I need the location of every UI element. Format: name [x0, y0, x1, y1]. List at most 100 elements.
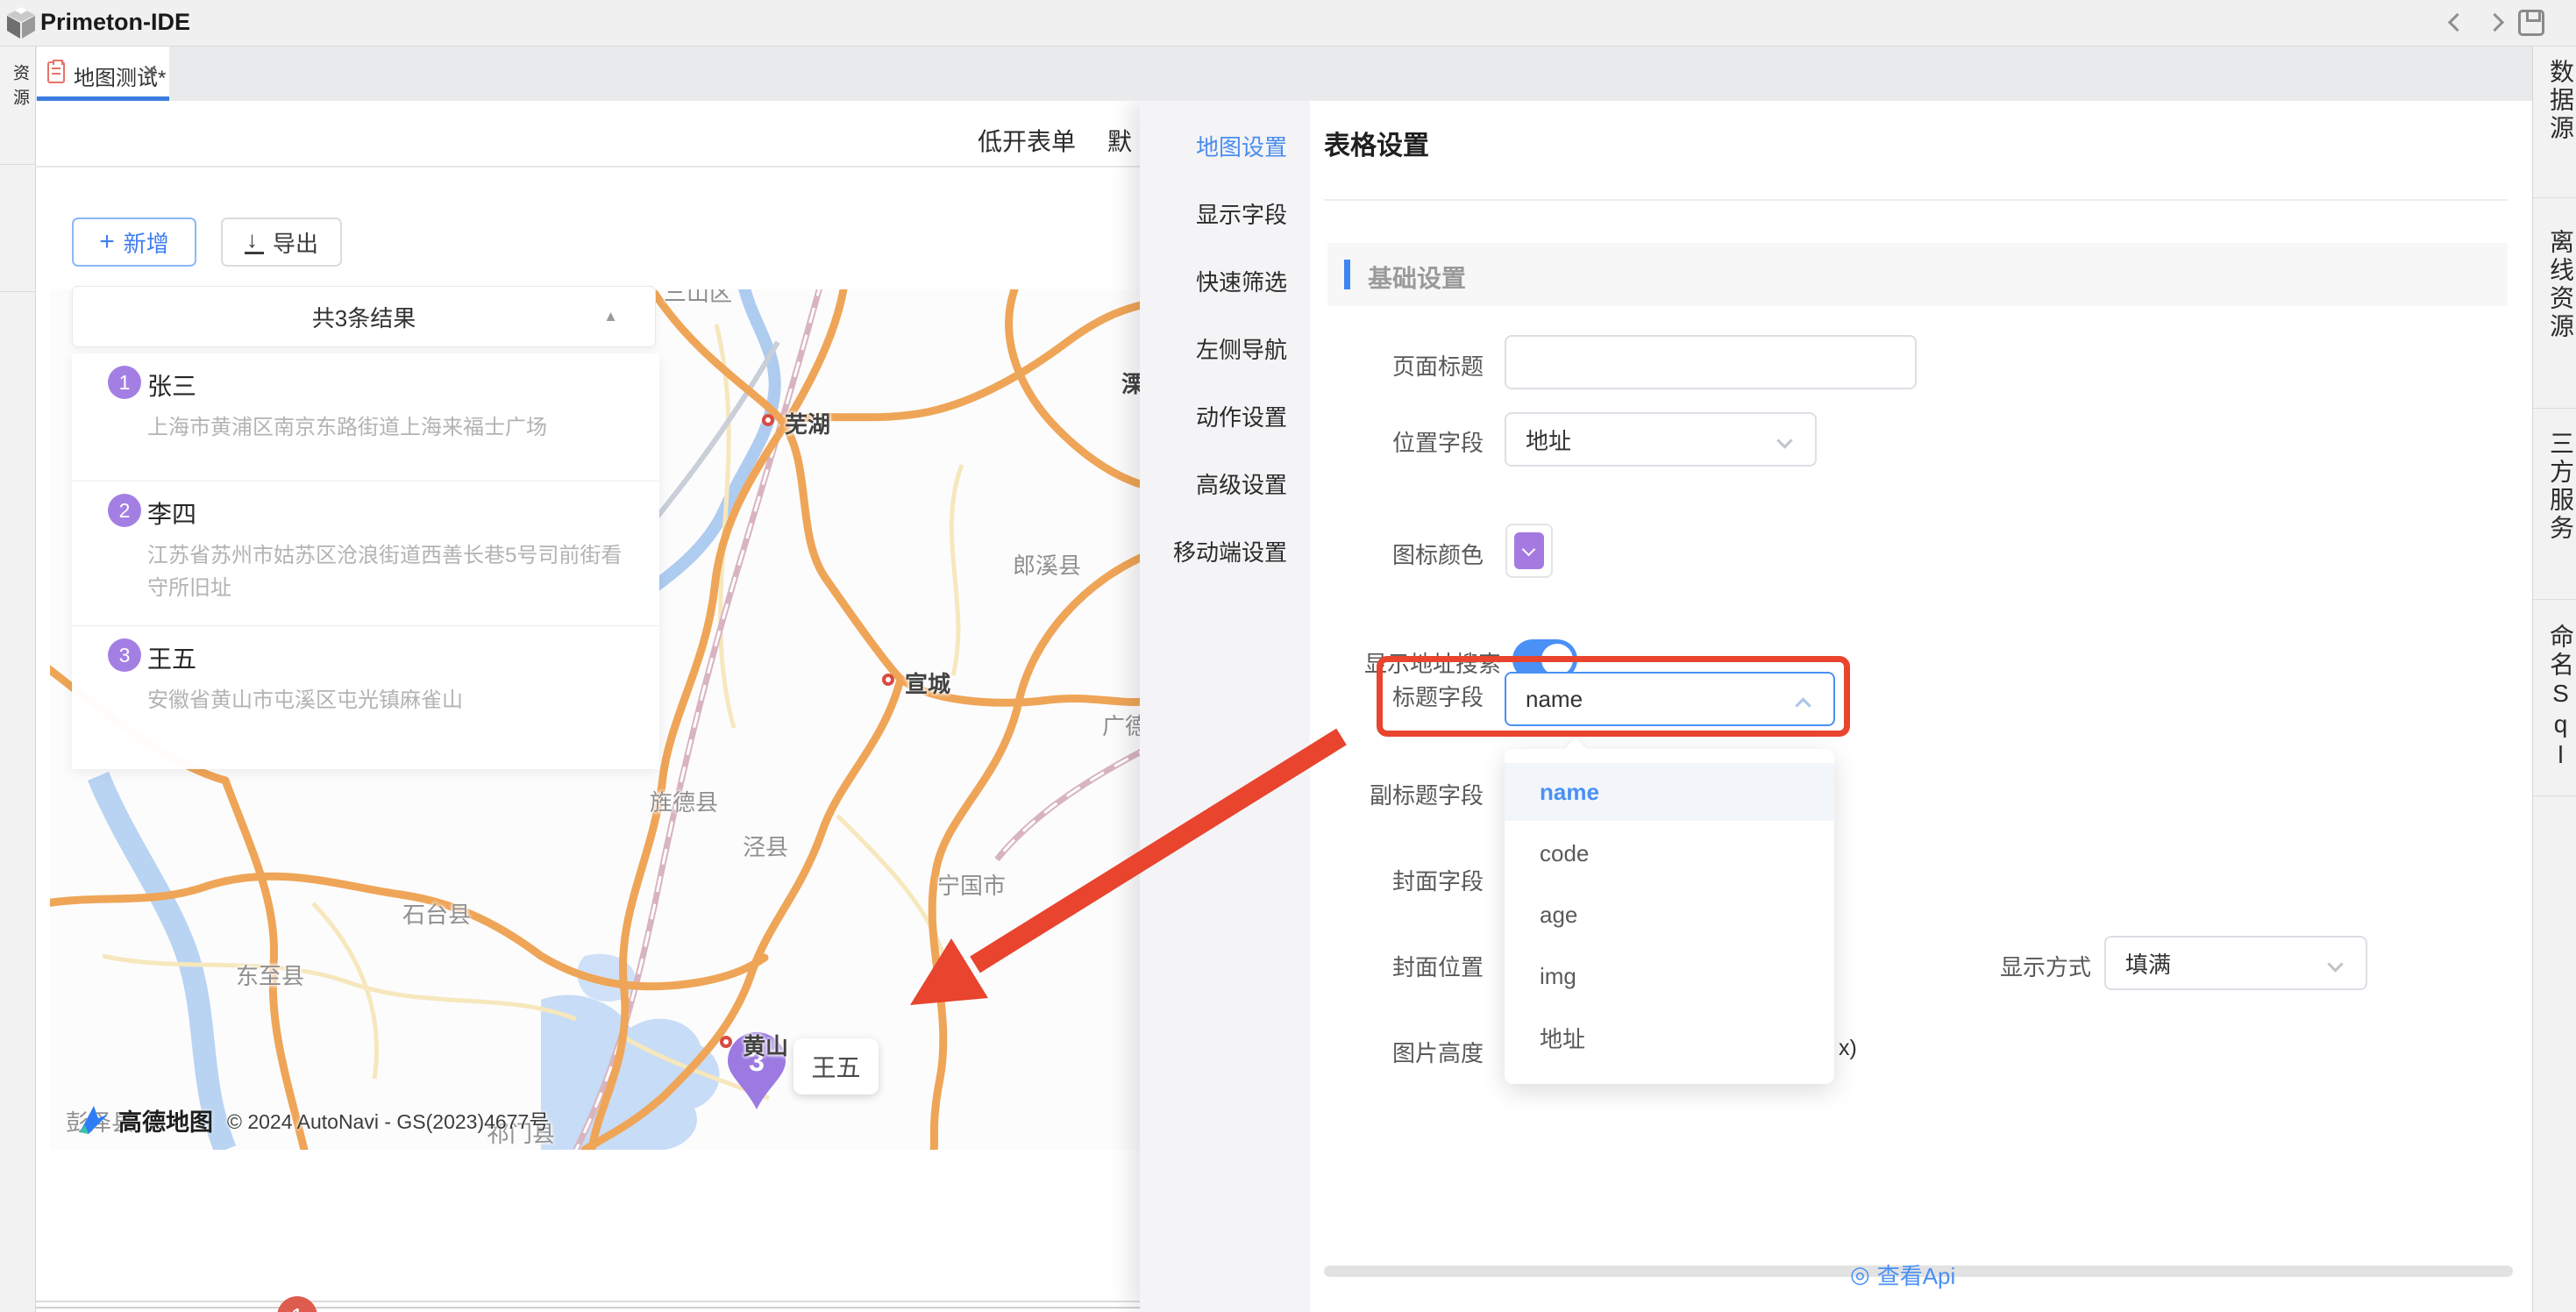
collapse-triangle-icon[interactable]: ▲	[603, 308, 618, 325]
map-place-label: 东至县	[236, 959, 304, 991]
title-field-select[interactable]: name	[1505, 672, 1835, 726]
map-place-label: 芜湖	[785, 407, 830, 439]
rail-divider	[0, 291, 35, 292]
export-button[interactable]: 导出	[221, 217, 342, 267]
rail-item-named-sql[interactable]: 命名Sql	[2543, 624, 2576, 772]
subtitle-field-label: 副标题字段	[1140, 778, 1484, 810]
plus-icon: +	[99, 227, 115, 257]
add-button[interactable]: + 新增	[72, 217, 196, 267]
settings-nav-filter[interactable]: 快速筛选	[1196, 265, 1287, 296]
section-basic-settings: 基础设置	[1327, 243, 2508, 306]
toolbar-item-truncated[interactable]: 默	[1107, 123, 1132, 158]
export-button-label: 导出	[273, 226, 318, 259]
map-city-dot	[762, 414, 774, 426]
title-field-label: 标题字段	[1140, 680, 1484, 712]
list-item[interactable]: 3 王五 安徽省黄山市屯溪区屯光镇麻雀山	[72, 626, 659, 769]
amap-logo-icon	[76, 1102, 111, 1137]
eye-icon: ◎	[1850, 1261, 1870, 1288]
tab-map-test[interactable]: 地图测试* ✕	[37, 46, 169, 101]
settings-nav-fields[interactable]: 显示字段	[1196, 197, 1287, 229]
list-item[interactable]: 2 李四 江苏省苏州市姑苏区沧浪街道西善长巷5号司前街看守所旧址	[72, 481, 659, 626]
bottom-divider	[36, 1307, 1140, 1308]
left-rail: 资源	[0, 46, 36, 1312]
view-api-link[interactable]: ◎ 查看Api	[1850, 1259, 1955, 1291]
nav-forward-icon[interactable]	[2486, 13, 2504, 32]
tab-bar: 地图测试* ✕	[36, 46, 2532, 101]
map-place-label: 旌德县	[650, 785, 718, 817]
toolbar-item-lowcode-form[interactable]: 低开表单	[978, 123, 1076, 158]
download-icon	[245, 230, 264, 254]
item-name: 李四	[147, 496, 196, 531]
dropdown-option-img[interactable]: img	[1505, 947, 1834, 1005]
app-title: Primeton-IDE	[40, 9, 190, 36]
section-accent-bar	[1344, 260, 1350, 289]
map-attribution-copyright: © 2024 AutoNavi - GS(2023)4677号	[227, 1105, 549, 1135]
result-summary-header[interactable]: 共3条结果 ▲	[72, 286, 656, 347]
cover-field-label: 封面字段	[1140, 864, 1484, 896]
image-height-label: 图片高度	[1140, 1036, 1484, 1068]
dropdown-option-code[interactable]: code	[1505, 824, 1834, 882]
add-button-label: 新增	[124, 226, 169, 259]
tab-close-icon[interactable]: ✕	[142, 61, 158, 83]
app-logo-icon	[6, 7, 36, 40]
rail-item-datasource[interactable]: 数据源	[2543, 59, 2576, 143]
map-place-label: 石台县	[402, 897, 471, 930]
icon-color-picker[interactable]	[1505, 524, 1553, 578]
section-title: 基础设置	[1368, 260, 1466, 295]
page-title-input[interactable]	[1505, 335, 1917, 389]
show-address-search-label: 显示地址搜索	[1140, 646, 1501, 679]
rail-item-thirdparty[interactable]: 三方服务	[2543, 431, 2576, 543]
view-api-label: 查看Api	[1877, 1259, 1956, 1291]
result-summary-text: 共3条结果	[312, 301, 416, 333]
map-city-dot	[720, 1036, 732, 1048]
rail-divider	[0, 164, 35, 165]
map-place-label: 泾县	[743, 830, 788, 862]
item-number-badge: 3	[108, 638, 141, 672]
title-field-value: name	[1526, 686, 1583, 713]
dropdown-option-age[interactable]: age	[1505, 886, 1834, 944]
map-place-label: 三山区	[664, 289, 732, 308]
display-mode-select[interactable]: 填满	[2104, 936, 2367, 990]
result-list: 1 张三 上海市黄浦区南京东路街道上海来福士广场 2 李四 江苏省苏州市姑苏区沧…	[72, 353, 659, 769]
settings-divider	[1324, 199, 2508, 201]
save-icon[interactable]	[2518, 10, 2544, 36]
chevron-down-icon	[2327, 956, 2343, 972]
map-place-label: 宁国市	[937, 868, 1006, 901]
toolbar-divider	[36, 166, 1140, 168]
location-field-label: 位置字段	[1140, 425, 1484, 458]
item-name: 王五	[147, 640, 196, 675]
display-mode-value: 填满	[2125, 947, 2171, 980]
title-field-dropdown: name code age img 地址	[1505, 749, 1834, 1084]
icon-color-label: 图标颜色	[1140, 538, 1484, 570]
api-row: ◎ 查看Api	[1324, 1257, 2513, 1292]
rail-divider	[2533, 795, 2576, 796]
right-rail: 数据源 离线资源 三方服务 命名Sql	[2532, 46, 2576, 1312]
bottom-scrollbar-track[interactable]	[36, 1301, 1140, 1302]
app-titlebar: Primeton-IDE	[0, 0, 2576, 46]
settings-nav-map[interactable]: 地图设置	[1196, 130, 1287, 161]
rail-item-resources[interactable]: 资源	[8, 64, 32, 113]
location-field-value: 地址	[1526, 424, 1571, 456]
item-address: 安徽省黄山市屯溪区屯光镇麻雀山	[147, 684, 638, 717]
item-name: 张三	[147, 367, 196, 403]
rail-item-offline[interactable]: 离线资源	[2543, 229, 2576, 341]
nav-back-icon[interactable]	[2448, 13, 2466, 32]
icon-color-swatch	[1514, 532, 1544, 569]
file-icon	[47, 61, 65, 83]
rail-divider	[2533, 197, 2576, 198]
rail-divider	[2533, 408, 2576, 409]
map-place-label: 郎溪县	[1013, 548, 1081, 581]
item-number-badge: 2	[108, 494, 141, 527]
map-marker-label[interactable]: 王五	[793, 1038, 879, 1095]
map-marker-label-text: 王五	[811, 1049, 860, 1084]
chevron-up-icon	[1795, 697, 1811, 713]
dropdown-option-address[interactable]: 地址	[1505, 1009, 1834, 1066]
dropdown-option-name[interactable]: name	[1505, 763, 1834, 821]
settings-nav-advanced[interactable]: 高级设置	[1196, 467, 1287, 499]
map-place-label: 宣城	[905, 667, 950, 699]
item-number-badge: 1	[108, 366, 141, 399]
list-item[interactable]: 1 张三 上海市黄浦区南京东路街道上海来福士广场	[72, 353, 659, 481]
settings-title: 表格设置	[1324, 124, 1429, 162]
location-field-select[interactable]: 地址	[1505, 412, 1817, 467]
image-height-hint-tail: x)	[1839, 1036, 1857, 1061]
